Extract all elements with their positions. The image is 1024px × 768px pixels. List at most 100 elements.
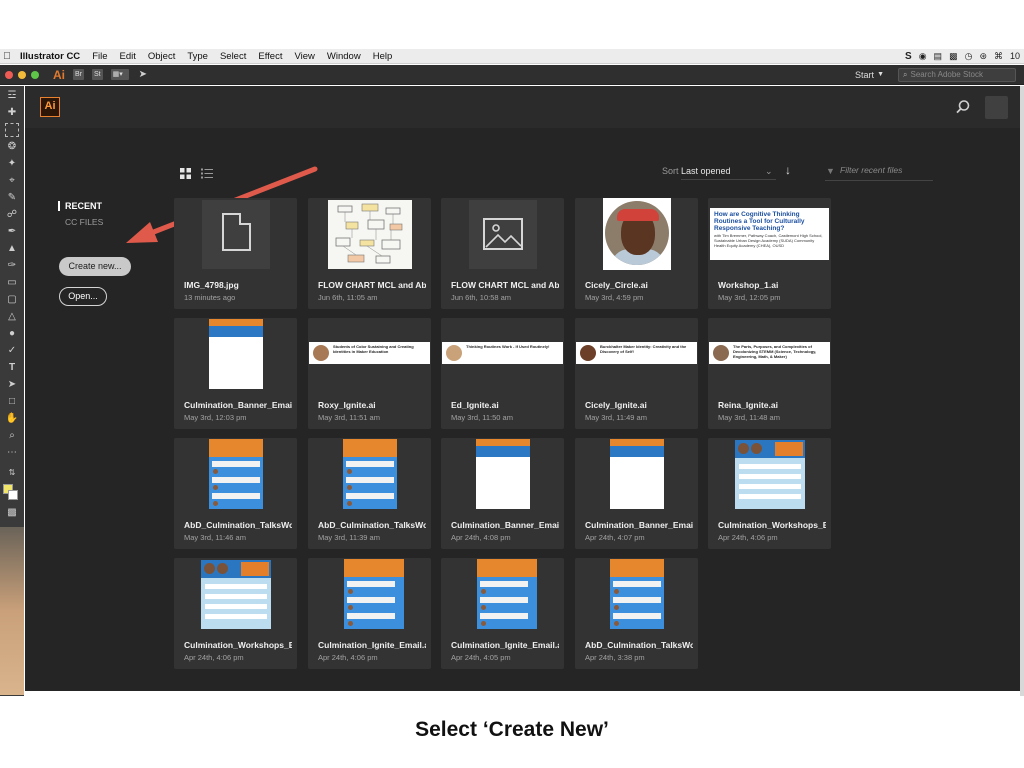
printer-icon[interactable]: ▩: [949, 51, 958, 62]
file-card[interactable]: Culmination_Banner_Email.ai Apr 24th, 4:…: [441, 438, 564, 549]
file-name: AbD_Culmination_TalksWorkshops.ai: [184, 520, 292, 530]
tall-blue-thumbnail: [610, 559, 664, 629]
type-tool-icon[interactable]: T: [5, 361, 19, 375]
stock-button[interactable]: St: [92, 69, 103, 80]
file-card[interactable]: Culmination_Ignite_Email.ai Apr 24th, 4:…: [308, 558, 431, 669]
file-card[interactable]: Students of Color Sustaining and Creatin…: [308, 318, 431, 429]
healing-tool-icon[interactable]: ☍: [5, 208, 19, 222]
minimize-window-icon[interactable]: [18, 70, 26, 79]
nav-recent[interactable]: RECENT: [58, 201, 102, 211]
file-card[interactable]: Culmination_Ignite_Email.ai Apr 24th, 4:…: [441, 558, 564, 669]
pen-tool-icon[interactable]: ✓: [5, 344, 19, 358]
stroke-color-swatch[interactable]: [8, 490, 18, 500]
sort-direction-arrow-icon[interactable]: ↓: [785, 163, 791, 177]
file-card[interactable]: FLOW CHART MCL and AbD_Culmination.ai Ju…: [308, 198, 431, 309]
s-icon[interactable]: S: [905, 51, 912, 62]
menu-object[interactable]: Object: [142, 51, 181, 62]
eraser-tool-icon[interactable]: ▭: [5, 276, 19, 290]
screen-mode-icon[interactable]: ▩: [5, 506, 19, 520]
history-brush-icon[interactable]: ✑: [5, 259, 19, 273]
stamp-tool-icon[interactable]: ▲: [5, 242, 19, 256]
arrange-docs-button[interactable]: ▦▾: [110, 69, 129, 80]
file-card[interactable]: Culmination_Banner_Email.ai May 3rd, 12:…: [174, 318, 297, 429]
file-card[interactable]: AbD_Culmination_TalksWorkshops.ai May 3r…: [308, 438, 431, 549]
file-name: Reina_Ignite.ai: [718, 400, 778, 410]
wifi-icon[interactable]: ⌘: [994, 51, 1003, 62]
menu-select[interactable]: Select: [214, 51, 252, 62]
file-card[interactable]: How are Cognitive Thinking Routines a To…: [708, 198, 831, 309]
stock-search-field[interactable]: ⌕ Search Adobe Stock: [898, 67, 1016, 82]
menu-edit[interactable]: Edit: [114, 51, 142, 62]
zoom-tool-icon[interactable]: ⌕: [5, 429, 19, 443]
file-date: Apr 24th, 4:08 pm: [451, 533, 511, 542]
nav-cc-files[interactable]: CC FILES: [65, 217, 103, 227]
tall-white-thumbnail: [476, 439, 530, 509]
blur-tool-icon[interactable]: △: [5, 310, 19, 324]
swap-colors-icon[interactable]: ⇅: [5, 466, 19, 480]
file-card[interactable]: AbD_Culmination_TalksWorkshops.ai May 3r…: [174, 438, 297, 549]
file-name: IMG_4798.jpg: [184, 280, 239, 290]
tall-white-thumbnail: [209, 319, 263, 389]
menu-app[interactable]: Illustrator CC: [14, 51, 86, 62]
file-thumbnail: [575, 558, 698, 632]
ignite-strip-thumbnail: The Parts, Purposes, and Complexities of…: [709, 342, 830, 364]
start-screen: Ai Sort Last opened ⌄ ↓ ▼ Filter recent …: [25, 86, 1020, 691]
chevron-down-icon[interactable]: ⌄: [765, 166, 773, 177]
brush-tool-icon[interactable]: ✒: [5, 225, 19, 239]
clock-text[interactable]: 10: [1010, 51, 1020, 61]
file-card[interactable]: Culmination_Banner_Email.ai Apr 24th, 4:…: [575, 438, 698, 549]
menu-window[interactable]: Window: [321, 51, 367, 62]
file-date: May 3rd, 11:49 am: [585, 413, 647, 422]
magic-wand-icon[interactable]: ✦: [5, 157, 19, 171]
bridge-button[interactable]: Br: [73, 69, 84, 80]
search-icon[interactable]: [955, 99, 971, 115]
workspace-switcher[interactable]: Start ▼: [855, 70, 884, 80]
hand-tool-icon[interactable]: ✋: [5, 412, 19, 426]
direct-select-icon[interactable]: ➤: [5, 378, 19, 392]
slide-caption: Select ‘Create New’: [415, 718, 609, 741]
filter-recent-files-input[interactable]: ▼ Filter recent files: [825, 165, 933, 181]
menu-type[interactable]: Type: [181, 51, 214, 62]
file-card[interactable]: Cicely_Circle.ai May 3rd, 4:59 pm: [575, 198, 698, 309]
file-card[interactable]: Culmination_Workshops_Email.ai Apr 24th,…: [174, 558, 297, 669]
sort-dropdown[interactable]: Last opened: [681, 166, 776, 180]
time-machine-icon[interactable]: ◷: [965, 51, 973, 62]
account-avatar[interactable]: [985, 96, 1008, 119]
rectangle-select-icon[interactable]: [5, 123, 19, 137]
file-card[interactable]: AbD_Culmination_TalksWorkshops.ai Apr 24…: [575, 558, 698, 669]
drive-icon[interactable]: ▤: [934, 51, 943, 62]
app-titlebar: Ai Br St ▦▾ ➤ Start ▼ ⌕ Search Adobe Sto…: [0, 65, 1024, 85]
image-file-icon: [469, 200, 537, 269]
more-tools-icon[interactable]: ⋯: [5, 446, 19, 460]
dodge-tool-icon[interactable]: ●: [5, 327, 19, 341]
shape-tool-icon[interactable]: □: [5, 395, 19, 409]
filter-placeholder: Filter recent files: [840, 165, 903, 175]
menu-file[interactable]: File: [86, 51, 113, 62]
menu-effect[interactable]: Effect: [252, 51, 288, 62]
menu-help[interactable]: Help: [367, 51, 399, 62]
artboard-tool-icon[interactable]: ✚: [5, 106, 19, 120]
eye-icon[interactable]: ◉: [919, 51, 927, 62]
file-card[interactable]: The Parts, Purposes, and Complexities of…: [708, 318, 831, 429]
file-name: Roxy_Ignite.ai: [318, 400, 376, 410]
apple-icon[interactable]: : [0, 51, 14, 62]
menu-view[interactable]: View: [288, 51, 320, 62]
lasso-tool-icon[interactable]: ❂: [5, 140, 19, 154]
gpu-rocket-icon[interactable]: ➤: [139, 69, 147, 80]
eyedropper-tool-icon[interactable]: ✎: [5, 191, 19, 205]
file-card[interactable]: FLOW CHART MCL and AbD_Culmination.jpg J…: [441, 198, 564, 309]
file-card[interactable]: IMG_4798.jpg 13 minutes ago: [174, 198, 297, 309]
file-card[interactable]: Thinking Routines Work - If Used Routine…: [441, 318, 564, 429]
open-button[interactable]: Open...: [59, 287, 107, 306]
file-name: AbD_Culmination_TalksWorkshops.ai: [318, 520, 426, 530]
create-new-button[interactable]: Create new...: [59, 257, 131, 276]
selection-tool-icon[interactable]: ☲: [5, 89, 19, 103]
bluetooth-icon[interactable]: ⊛: [979, 51, 987, 62]
gradient-tool-icon[interactable]: ▢: [5, 293, 19, 307]
file-card[interactable]: Culmination_Workshops_Email.ai Apr 24th,…: [708, 438, 831, 549]
close-window-icon[interactable]: [5, 70, 13, 79]
file-card[interactable]: Burckhalter Maker Identity: Creativity a…: [575, 318, 698, 429]
zoom-window-icon[interactable]: [31, 70, 39, 79]
crop-tool-icon[interactable]: ⌖: [5, 174, 19, 188]
file-name: FLOW CHART MCL and AbD_Culmination.ai: [318, 280, 426, 290]
